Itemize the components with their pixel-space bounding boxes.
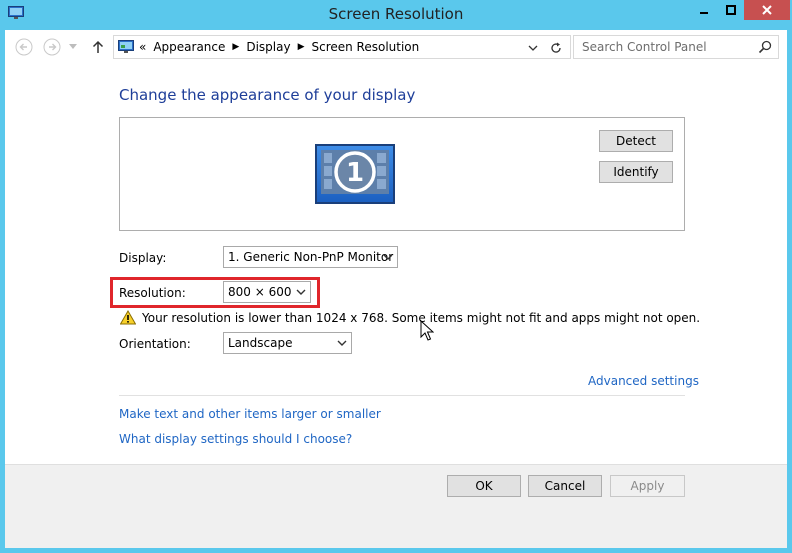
recent-locations-button[interactable]	[67, 38, 79, 56]
control-panel-icon	[118, 40, 134, 53]
page-title: Change the appearance of your display	[119, 86, 416, 104]
main-content: Change the appearance of your display 1	[5, 64, 787, 464]
breadcrumb: « Appearance ▶ Display ▶ Screen Resoluti…	[139, 40, 419, 54]
display-select-value: 1. Generic Non-PnP Monitor	[228, 250, 394, 264]
close-icon	[762, 5, 772, 15]
up-arrow-icon	[92, 40, 104, 53]
screen-resolution-window: Screen Resolution « Appearance ▶ Display…	[0, 0, 792, 553]
resolution-label: Resolution:	[119, 286, 186, 300]
up-button[interactable]	[89, 38, 107, 56]
orientation-label: Orientation:	[119, 337, 191, 351]
cancel-button[interactable]: Cancel	[528, 475, 602, 497]
chevron-down-icon	[528, 45, 538, 51]
display-help-link[interactable]: What display settings should I choose?	[119, 432, 352, 446]
display-select[interactable]: 1. Generic Non-PnP Monitor	[223, 246, 398, 268]
apply-button[interactable]: Apply	[610, 475, 685, 497]
search-icon[interactable]	[758, 40, 772, 54]
breadcrumb-separator-icon[interactable]: ▶	[298, 42, 305, 52]
identify-button[interactable]: Identify	[599, 161, 673, 183]
refresh-button[interactable]	[548, 40, 564, 56]
address-history-dropdown[interactable]	[526, 41, 540, 55]
ok-button[interactable]: OK	[447, 475, 521, 497]
advanced-settings-link[interactable]: Advanced settings	[588, 374, 699, 388]
search-box[interactable]	[573, 35, 779, 59]
text-size-link[interactable]: Make text and other items larger or smal…	[119, 407, 381, 421]
breadcrumb-display[interactable]: Display	[246, 40, 290, 54]
close-button[interactable]	[744, 0, 790, 20]
breadcrumb-appearance[interactable]: Appearance	[153, 40, 225, 54]
monitor-icon[interactable]: 1	[315, 144, 395, 204]
maximize-button[interactable]	[717, 0, 744, 20]
chevron-down-icon	[69, 44, 77, 49]
display-preview: 1 Detect Identify	[119, 117, 685, 231]
chevron-down-icon	[337, 340, 347, 346]
forward-button[interactable]	[43, 38, 61, 56]
address-bar[interactable]: « Appearance ▶ Display ▶ Screen Resoluti…	[113, 35, 571, 59]
orientation-select[interactable]: Landscape	[223, 332, 352, 354]
back-button[interactable]	[15, 38, 33, 56]
monitor-number: 1	[346, 158, 364, 188]
forward-arrow-icon	[43, 38, 61, 56]
chevron-down-icon	[296, 289, 306, 295]
minimize-icon	[699, 12, 708, 14]
breadcrumb-overflow[interactable]: «	[139, 40, 146, 54]
minimize-button[interactable]	[690, 0, 717, 20]
orientation-select-value: Landscape	[228, 336, 293, 350]
search-input[interactable]	[582, 39, 752, 55]
divider	[119, 395, 685, 396]
dialog-footer: OK Cancel Apply	[5, 464, 787, 548]
resolution-select[interactable]: 800 × 600	[223, 281, 311, 303]
refresh-icon	[551, 42, 561, 53]
mouse-pointer-icon	[420, 320, 434, 341]
breadcrumb-separator-icon[interactable]: ▶	[232, 42, 239, 52]
navigation-bar: « Appearance ▶ Display ▶ Screen Resoluti…	[5, 30, 787, 64]
warning-icon	[120, 310, 136, 325]
title-bar[interactable]: Screen Resolution	[0, 0, 792, 30]
maximize-icon	[725, 5, 736, 15]
window-title: Screen Resolution	[328, 5, 464, 23]
back-arrow-icon	[15, 38, 33, 56]
detect-button[interactable]: Detect	[599, 130, 673, 152]
chevron-down-icon	[383, 254, 393, 260]
resolution-select-value: 800 × 600	[228, 285, 292, 299]
display-label: Display:	[119, 251, 167, 265]
breadcrumb-screen-resolution[interactable]: Screen Resolution	[311, 40, 419, 54]
